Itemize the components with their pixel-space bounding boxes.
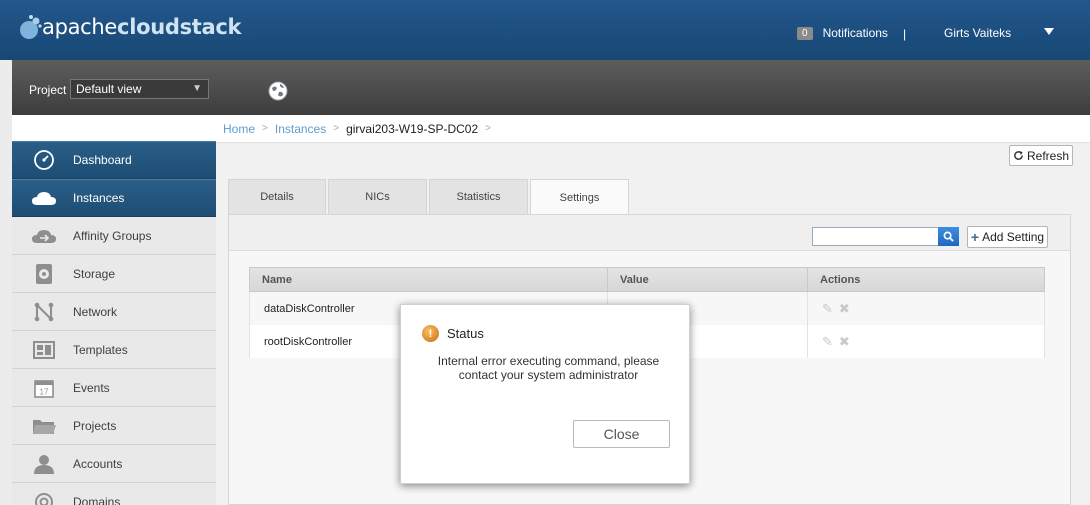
tab-label: Statistics: [456, 191, 501, 203]
breadcrumb-separator: >: [485, 123, 491, 134]
delete-icon[interactable]: ✖: [839, 334, 850, 350]
globe-icon[interactable]: [268, 81, 288, 101]
domains-icon: [29, 489, 59, 505]
refresh-button[interactable]: Refresh: [1009, 145, 1073, 166]
notifications-count-badge: 0: [797, 26, 813, 40]
notifications-label: Notifications: [822, 26, 888, 40]
sidebar-item-affinity-groups[interactable]: Affinity Groups: [12, 217, 216, 255]
sidebar-item-label: Storage: [73, 266, 116, 281]
notifications-button[interactable]: 0 Notifications: [797, 26, 888, 40]
project-select[interactable]: Default view ▼: [70, 79, 209, 99]
add-setting-label: Add Setting: [982, 230, 1045, 244]
column-header-actions: Actions: [820, 273, 861, 286]
sidebar-item-domains[interactable]: Domains: [12, 483, 216, 505]
plus-icon: +: [970, 229, 980, 245]
tab-details[interactable]: Details: [228, 179, 326, 214]
refresh-label: Refresh: [1026, 148, 1070, 163]
sidebar-item-label: Network: [73, 304, 118, 319]
user-menu-caret-icon[interactable]: [1044, 28, 1054, 35]
status-dialog: ! Status Internal error executing comman…: [400, 304, 690, 484]
sidebar-item-dashboard[interactable]: Dashboard: [12, 141, 216, 179]
sidebar-item-label: Instances: [73, 190, 125, 205]
sidebar-item-label: Dashboard: [73, 152, 132, 167]
sidebar-item-label: Accounts: [73, 456, 123, 471]
sidebar-item-events[interactable]: 17 Events: [12, 369, 216, 407]
breadcrumb: Home > Instances > girvai203-W19-SP-DC02…: [216, 115, 1090, 143]
tab-statistics[interactable]: Statistics: [429, 179, 528, 214]
sidebar: Dashboard Instances Affinity Groups Stor…: [12, 115, 216, 505]
refresh-icon: [1014, 150, 1023, 160]
folder-icon: [29, 413, 59, 439]
affinity-icon: [29, 223, 59, 249]
settings-toolbar: + Add Setting: [229, 215, 1070, 251]
user-name[interactable]: Girts Vaiteks: [944, 26, 1011, 40]
project-label: Project: [29, 83, 67, 97]
tab-label: Settings: [559, 191, 600, 204]
svg-text:17: 17: [40, 387, 49, 396]
dashboard-icon: [29, 147, 59, 173]
breadcrumb-separator: >: [262, 123, 268, 134]
actions-cell: ✎ ✖: [808, 292, 1044, 325]
sidebar-item-label: Domains: [73, 494, 121, 505]
sidebar-item-instances[interactable]: Instances: [12, 179, 216, 217]
delete-icon[interactable]: ✖: [839, 301, 850, 317]
top-header: apachecloudstack 0 Notifications | Girts…: [0, 0, 1090, 60]
cloud-icon: [29, 185, 59, 211]
warning-icon: !: [422, 325, 439, 342]
apache-cloudstack-logo[interactable]: apachecloudstack: [16, 14, 242, 40]
header-separator: |: [903, 27, 907, 41]
column-header-value[interactable]: Value: [608, 268, 808, 291]
search-icon: [943, 231, 954, 242]
sidebar-item-projects[interactable]: Projects: [12, 407, 216, 445]
tab-label: NICs: [365, 191, 390, 203]
project-bar: Project Default view ▼: [12, 60, 1090, 115]
calendar-icon: 17: [29, 375, 59, 401]
tab-settings[interactable]: Settings: [530, 179, 629, 215]
project-select-value: Default view: [76, 82, 142, 96]
breadcrumb-separator: >: [333, 123, 340, 134]
edit-icon[interactable]: ✎: [822, 334, 833, 350]
breadcrumb-home[interactable]: Home: [223, 122, 255, 136]
sidebar-item-label: Events: [73, 380, 110, 395]
sidebar-item-storage[interactable]: Storage: [12, 255, 216, 293]
column-header-name[interactable]: Name: [250, 268, 608, 291]
sidebar-item-templates[interactable]: Templates: [12, 331, 216, 369]
table-header: Name Value Actions: [249, 267, 1045, 292]
detail-tabs: Details NICs Statistics Settings: [228, 179, 631, 215]
chevron-down-icon: ▼: [192, 83, 202, 94]
tab-label: Details: [260, 191, 294, 203]
dialog-title-text: Status: [447, 326, 484, 341]
search-input[interactable]: [812, 227, 939, 246]
sidebar-item-label: Projects: [73, 418, 117, 433]
sidebar-item-label: Templates: [73, 342, 128, 357]
network-icon: [29, 299, 59, 325]
actions-cell: ✎ ✖: [808, 325, 1044, 358]
logo-text: apachecloudstack: [42, 15, 242, 39]
edit-icon[interactable]: ✎: [822, 301, 833, 317]
sidebar-item-label: Affinity Groups: [73, 228, 152, 243]
sidebar-item-network[interactable]: Network: [12, 293, 216, 331]
add-setting-button[interactable]: + Add Setting: [967, 226, 1048, 248]
user-icon: [29, 451, 59, 477]
dialog-message: Internal error executing command, please…: [437, 354, 660, 382]
breadcrumb-current: girvai203-W19-SP-DC02: [346, 121, 479, 136]
breadcrumb-instances[interactable]: Instances: [275, 122, 326, 136]
close-button[interactable]: Close: [573, 420, 670, 448]
templates-icon: [29, 337, 59, 363]
tab-nics[interactable]: NICs: [328, 179, 427, 214]
sidebar-item-accounts[interactable]: Accounts: [12, 445, 216, 483]
logo-bubbles-icon: [20, 15, 42, 39]
search-button[interactable]: [938, 227, 959, 246]
dialog-title: ! Status: [422, 325, 484, 342]
storage-icon: [29, 261, 59, 287]
